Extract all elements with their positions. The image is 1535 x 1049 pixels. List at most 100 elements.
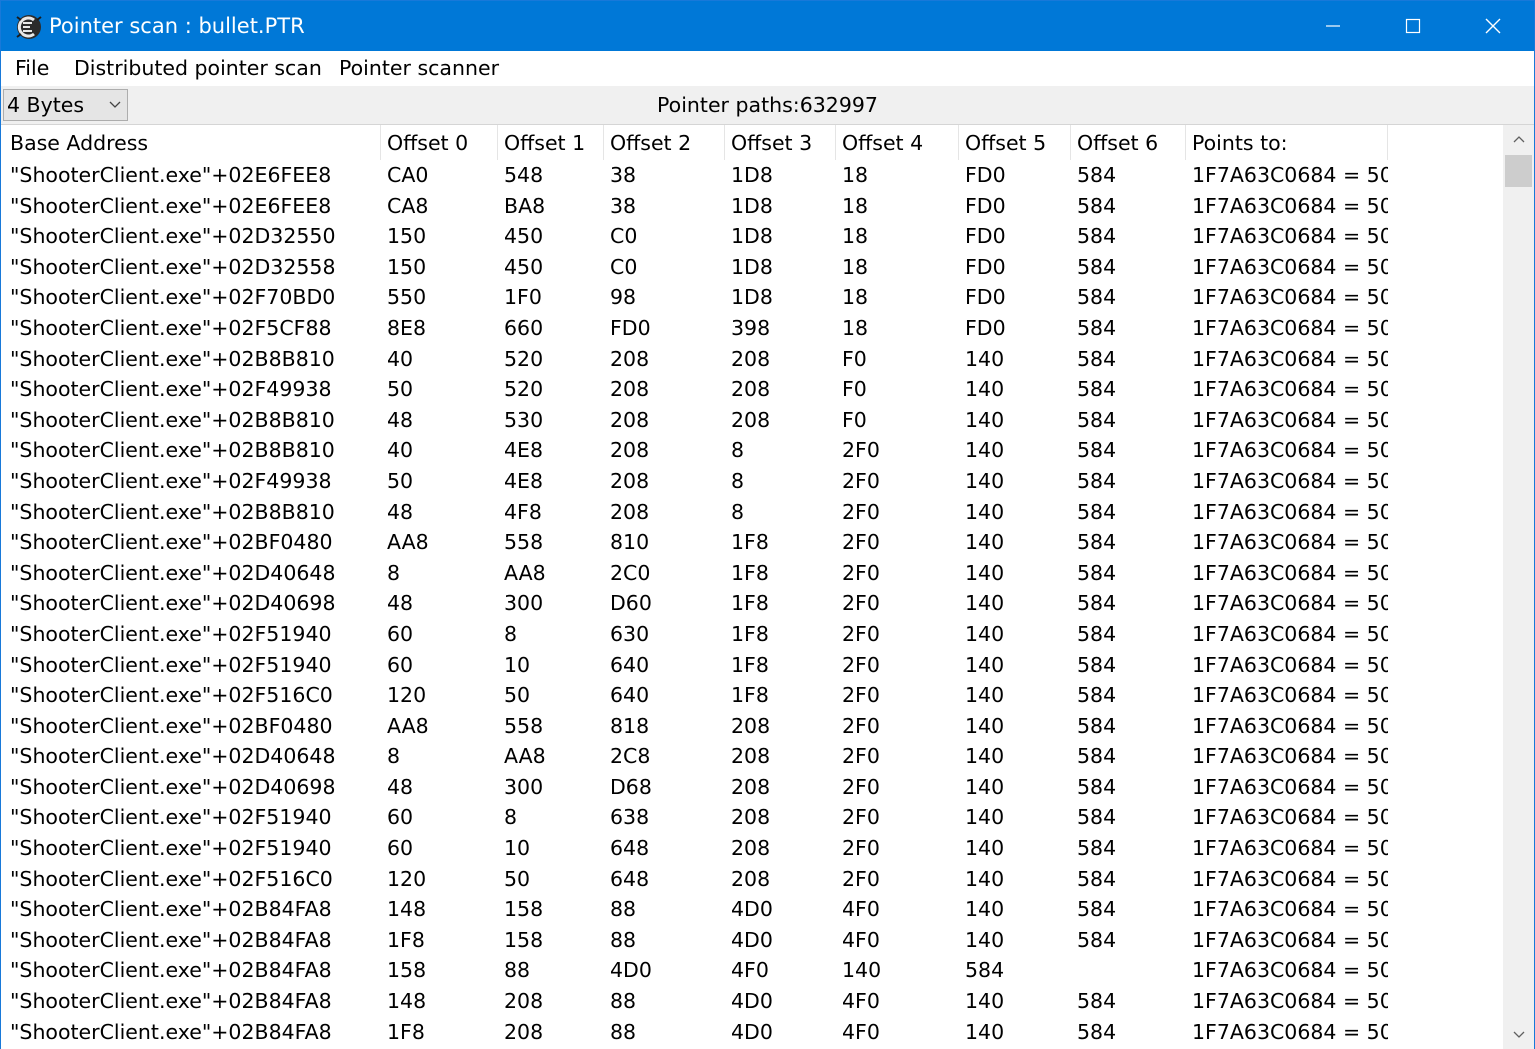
cell-base-address: "ShooterClient.exe"+02F51940 (10, 621, 332, 646)
menu-distributed-pointer-scan[interactable]: Distributed pointer scan (74, 54, 322, 82)
column-header-base-address[interactable]: Base Address (4, 125, 381, 160)
scroll-up-button[interactable] (1503, 125, 1534, 153)
table-row[interactable]: "ShooterClient.exe"+02D40648 8 AA8 2C0 1F8 2F… (1, 558, 1503, 589)
minimize-icon (1326, 25, 1340, 27)
cell-base-address: "ShooterClient.exe"+02BF0480 (10, 530, 333, 555)
cell-offset-3: 208 (731, 744, 771, 769)
cell-offset-0: 60 (387, 652, 414, 677)
cell-offset-3: 208 (731, 377, 771, 402)
table-row[interactable]: "ShooterClient.exe"+02B84FA8 1F8 208 88 4D0 4… (1, 1017, 1503, 1048)
table-row[interactable]: "ShooterClient.exe"+02B8B810 48 4F8 208 8 2F0… (1, 497, 1503, 528)
cell-offset-0: 48 (387, 499, 414, 524)
maximize-button[interactable] (1373, 1, 1453, 51)
cell-offset-3: 208 (731, 774, 771, 799)
table-row[interactable]: "ShooterClient.exe"+02D40698 48 300 D68 208 2… (1, 772, 1503, 803)
column-header-offset-1[interactable]: Offset 1 (498, 125, 604, 160)
cell-points-to: 1F7A63C0684 = 50 (1192, 193, 1388, 218)
table-row[interactable]: "ShooterClient.exe"+02F51940 60 8 638 208 2F0… (1, 802, 1503, 833)
cell-offset-0: 60 (387, 836, 414, 861)
cell-offset-0: 40 (387, 438, 414, 463)
table-row[interactable]: "ShooterClient.exe"+02F516C0 120 50 648 208 2… (1, 864, 1503, 895)
cell-offset-2: 208 (610, 377, 650, 402)
cell-offset-1: 520 (504, 346, 544, 371)
column-header-offset-3[interactable]: Offset 3 (725, 125, 836, 160)
cell-offset-4: F0 (842, 377, 867, 402)
table-row[interactable]: "ShooterClient.exe"+02F51940 60 8 630 1F8 2F0… (1, 619, 1503, 650)
table-row[interactable]: "ShooterClient.exe"+02D32558 150 450 C0 1D8 1… (1, 252, 1503, 283)
cell-offset-4: 18 (842, 254, 869, 279)
table-row[interactable]: "ShooterClient.exe"+02F49938 50 520 208 208 F… (1, 374, 1503, 405)
menu-file[interactable]: File (15, 54, 49, 82)
column-header-offset-4[interactable]: Offset 4 (836, 125, 959, 160)
cell-offset-3: 8 (731, 438, 745, 463)
scroll-thumb[interactable] (1505, 155, 1532, 187)
table-row[interactable]: "ShooterClient.exe"+02F70BD0 550 1F0 98 1D8 1… (1, 282, 1503, 313)
maximize-icon (1405, 18, 1421, 34)
column-header-points-to[interactable]: Points to: (1186, 125, 1388, 160)
table-row[interactable]: "ShooterClient.exe"+02D40698 48 300 D60 1F8 2… (1, 588, 1503, 619)
cell-offset-3: 208 (731, 713, 771, 738)
title-bar[interactable]: Pointer scan : bullet.PTR (1, 1, 1534, 51)
cell-offset-2: 208 (610, 407, 650, 432)
table-row[interactable]: "ShooterClient.exe"+02B84FA8 148 158 88 4D0 4… (1, 894, 1503, 925)
cell-points-to: 1F7A63C0684 = 50 (1192, 560, 1388, 585)
column-header-offset-5[interactable]: Offset 5 (959, 125, 1071, 160)
column-header-offset-6[interactable]: Offset 6 (1071, 125, 1186, 160)
cell-offset-2: 818 (610, 713, 650, 738)
table-row[interactable]: "ShooterClient.exe"+02BF0480 AA8 558 810 1F8… (1, 527, 1503, 558)
scroll-down-arrow-icon (1513, 1031, 1524, 1038)
cell-offset-6: 584 (1077, 254, 1117, 279)
cell-offset-6: 584 (1077, 927, 1117, 952)
column-header-offset-2[interactable]: Offset 2 (604, 125, 725, 160)
cell-offset-4: 2F0 (842, 652, 880, 677)
cell-offset-6: 584 (1077, 774, 1117, 799)
cell-offset-6: 584 (1077, 468, 1117, 493)
cell-offset-2: D68 (610, 774, 652, 799)
table-row[interactable]: "ShooterClient.exe"+02BF0480 AA8 558 818 208… (1, 711, 1503, 742)
cell-offset-1: 8 (504, 621, 518, 646)
cell-offset-3: 1F8 (731, 591, 769, 616)
cell-offset-5: FD0 (965, 315, 1006, 340)
scroll-down-button[interactable] (1503, 1021, 1534, 1049)
table-row[interactable]: "ShooterClient.exe"+02E6FEE8 CA8 BA8 38 1D8 1… (1, 191, 1503, 222)
cell-points-to: 1F7A63C0684 = 50 (1192, 163, 1388, 187)
pointer-list[interactable]: Base Address Offset 0 Offset 1 Offset 2 Offs… (1, 125, 1503, 1049)
table-row[interactable]: "ShooterClient.exe"+02B8B810 40 4E8 208 8 2F0… (1, 435, 1503, 466)
table-row[interactable]: "ShooterClient.exe"+02B84FA8 158 88 4D0 4F0 1… (1, 955, 1503, 986)
menu-pointer-scanner[interactable]: Pointer scanner (339, 54, 499, 82)
cell-offset-1: 4F8 (504, 499, 542, 524)
cell-base-address: "ShooterClient.exe"+02BF0480 (10, 713, 333, 738)
cell-offset-3: 1F8 (731, 683, 769, 708)
cell-offset-5: FD0 (965, 193, 1006, 218)
pointer-paths-count: Pointer paths:632997 (657, 93, 878, 117)
close-button[interactable] (1453, 1, 1533, 51)
cell-base-address: "ShooterClient.exe"+02B8B810 (10, 499, 335, 524)
cell-base-address: "ShooterClient.exe"+02B8B810 (10, 407, 335, 432)
cell-points-to: 1F7A63C0684 = 50 (1192, 377, 1388, 402)
table-row[interactable]: "ShooterClient.exe"+02D40648 8 AA8 2C8 208 2F… (1, 741, 1503, 772)
table-row[interactable]: "ShooterClient.exe"+02B84FA8 148 208 88 4D0 4… (1, 986, 1503, 1017)
cell-offset-2: 4D0 (610, 958, 652, 983)
cell-base-address: "ShooterClient.exe"+02B8B810 (10, 346, 335, 371)
table-row[interactable]: "ShooterClient.exe"+02B84FA8 1F8 158 88 4D0 4… (1, 925, 1503, 956)
table-row[interactable]: "ShooterClient.exe"+02B8B810 40 520 208 208 F… (1, 344, 1503, 375)
vertical-scrollbar[interactable] (1503, 125, 1534, 1049)
table-row[interactable]: "ShooterClient.exe"+02E6FEE8 CA0 548 38 1D8 1… (1, 160, 1503, 191)
minimize-button[interactable] (1293, 1, 1373, 51)
cell-offset-0: 158 (387, 958, 427, 983)
table-row[interactable]: "ShooterClient.exe"+02F51940 60 10 640 1F8 2F… (1, 650, 1503, 681)
table-row[interactable]: "ShooterClient.exe"+02F51940 60 10 648 208 2F… (1, 833, 1503, 864)
cell-offset-0: 8E8 (387, 315, 427, 340)
cell-offset-4: 4F0 (842, 897, 880, 922)
cell-offset-5: 140 (965, 407, 1005, 432)
table-row[interactable]: "ShooterClient.exe"+02B8B810 48 530 208 208 F… (1, 405, 1503, 436)
table-row[interactable]: "ShooterClient.exe"+02D32550 150 450 C0 1D8 1… (1, 221, 1503, 252)
table-row[interactable]: "ShooterClient.exe"+02F5CF88 8E8 660 FD0 398… (1, 313, 1503, 344)
cell-base-address: "ShooterClient.exe"+02E6FEE8 (10, 163, 332, 187)
column-header-offset-0[interactable]: Offset 0 (381, 125, 498, 160)
cell-points-to: 1F7A63C0684 = 50 (1192, 621, 1388, 646)
table-row[interactable]: "ShooterClient.exe"+02F49938 50 4E8 208 8 2F0… (1, 466, 1503, 497)
cell-offset-2: 38 (610, 193, 637, 218)
cell-offset-5: 140 (965, 774, 1005, 799)
table-row[interactable]: "ShooterClient.exe"+02F516C0 120 50 640 1F8 2… (1, 680, 1503, 711)
